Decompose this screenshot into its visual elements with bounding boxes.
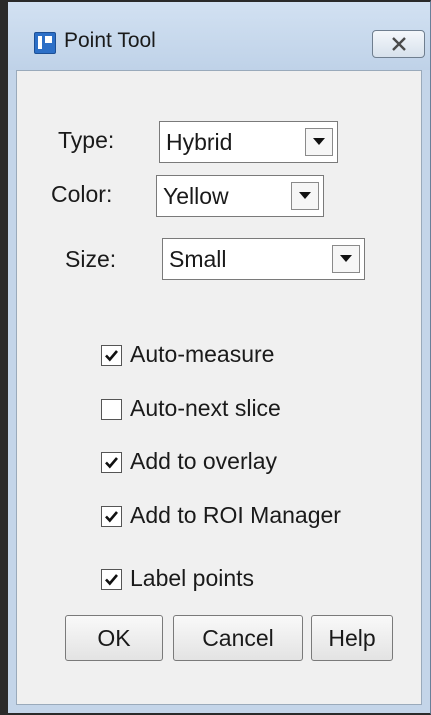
checkbox-box[interactable] <box>101 345 122 366</box>
checkbox-label: Label points <box>130 565 255 591</box>
imagej-app-icon <box>34 32 56 54</box>
checkbox-label: Auto-next slice <box>130 395 281 421</box>
size-value: Small <box>169 246 227 272</box>
checkbox-label: Auto-measure <box>130 341 275 367</box>
ok-button[interactable]: OK <box>65 615 163 661</box>
window-title: Point Tool <box>64 29 156 52</box>
point-tool-window: Point Tool Type: Hybrid Color: Yellow Si… <box>0 0 431 715</box>
checkbox-box[interactable] <box>101 569 122 590</box>
checkbox-label: Add to overlay <box>130 448 278 474</box>
type-dropdown[interactable]: Hybrid <box>159 121 338 163</box>
help-button[interactable]: Help <box>311 615 393 661</box>
close-button[interactable] <box>372 30 425 58</box>
chevron-down-icon[interactable] <box>332 245 360 273</box>
checkmark-icon <box>105 457 118 469</box>
color-label: Color: <box>51 181 113 207</box>
checkbox-box[interactable] <box>101 399 122 420</box>
checkbox-label: Add to ROI Manager <box>130 502 341 528</box>
type-label: Type: <box>58 127 115 153</box>
checkbox-box[interactable] <box>101 506 122 527</box>
checkbox-box[interactable] <box>101 452 122 473</box>
color-dropdown[interactable]: Yellow <box>156 175 324 217</box>
chevron-down-icon[interactable] <box>305 128 333 156</box>
chevron-down-icon[interactable] <box>291 182 319 210</box>
close-icon <box>392 37 406 51</box>
size-label: Size: <box>65 246 117 272</box>
title-bar[interactable]: Point Tool <box>8 2 430 70</box>
dialog-body: Type: Hybrid Color: Yellow Size: Small A… <box>16 70 422 705</box>
checkmark-icon <box>105 350 118 362</box>
cancel-button[interactable]: Cancel <box>173 615 303 661</box>
type-value: Hybrid <box>166 129 233 155</box>
size-dropdown[interactable]: Small <box>162 238 365 280</box>
checkmark-icon <box>105 511 118 523</box>
color-value: Yellow <box>163 183 229 209</box>
checkmark-icon <box>105 574 118 586</box>
